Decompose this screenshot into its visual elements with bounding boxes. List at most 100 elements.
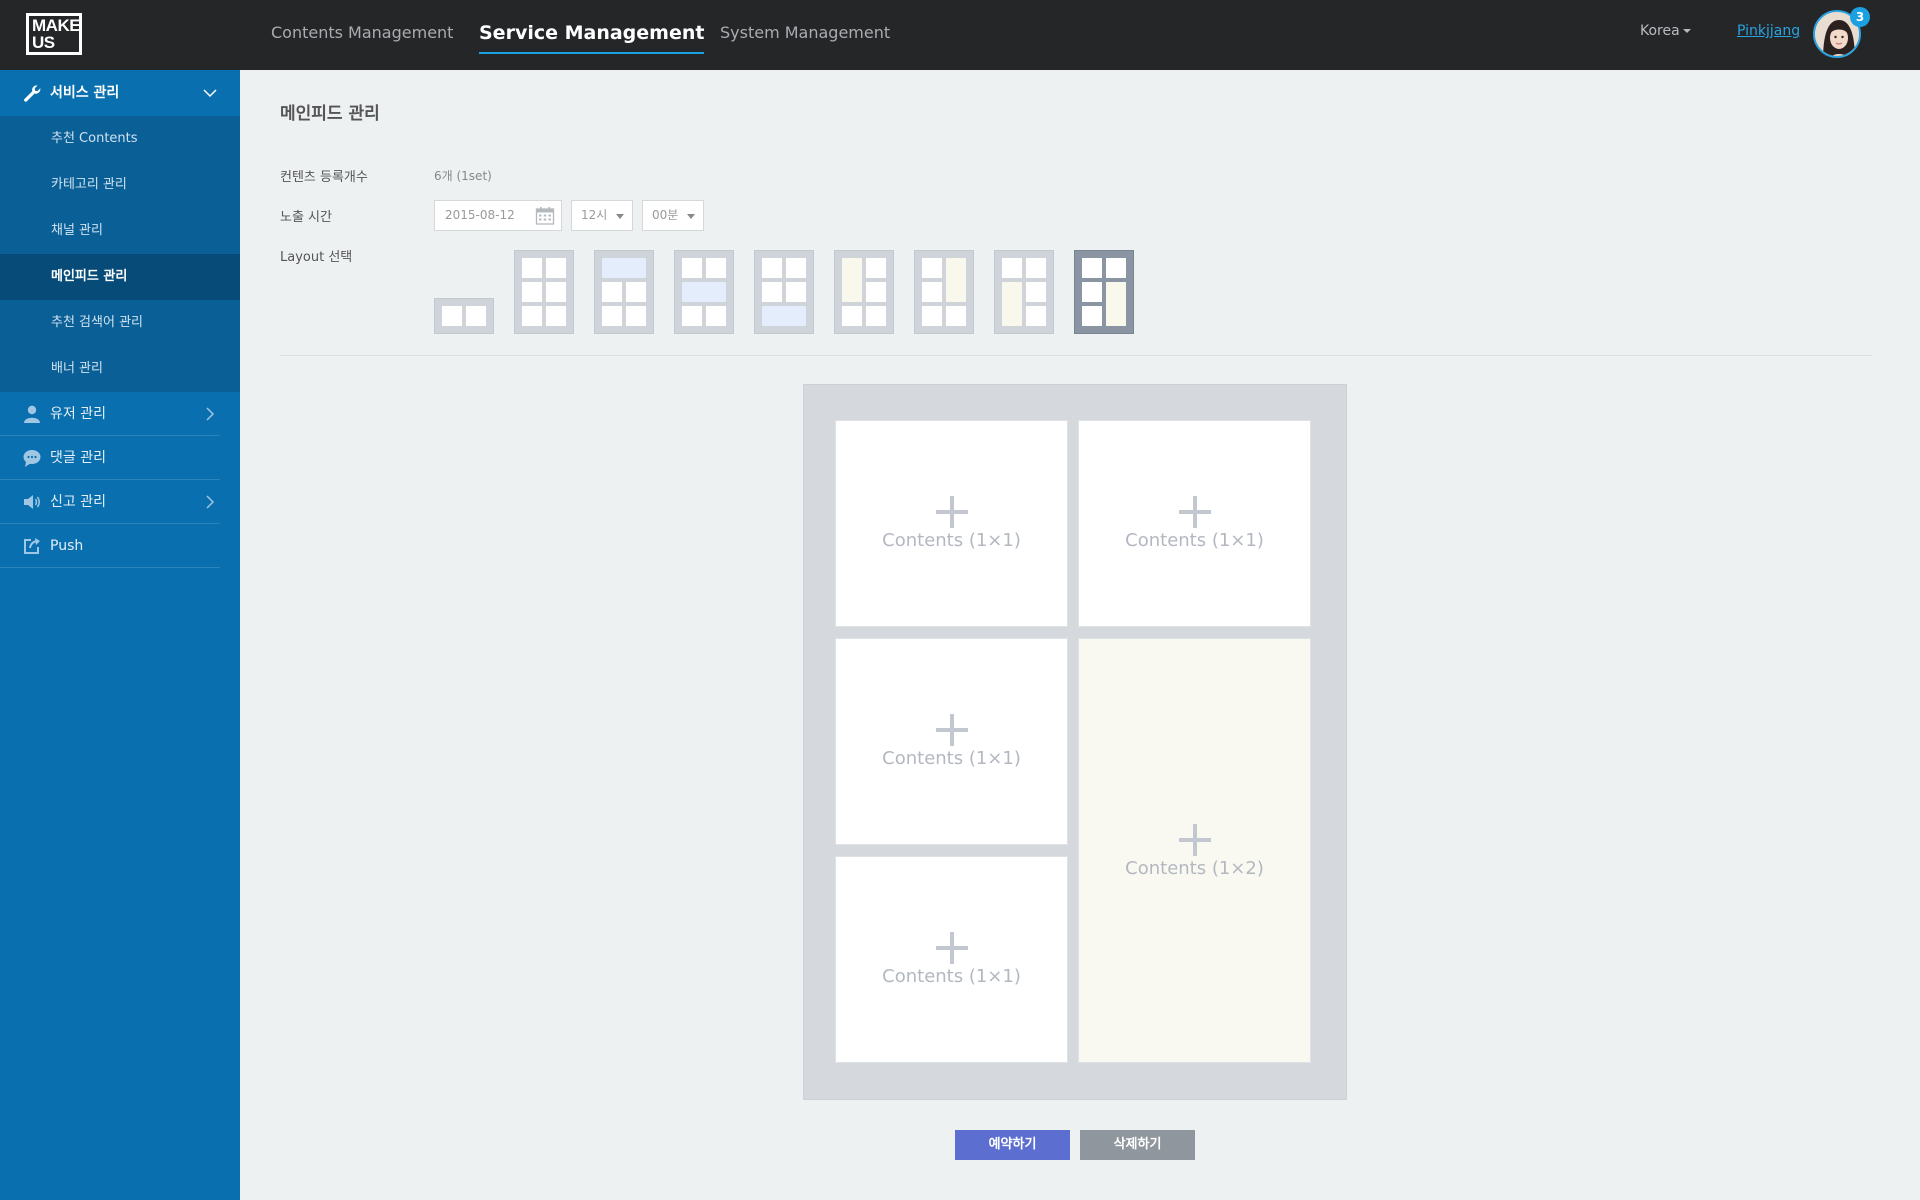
- wrench-icon: [24, 85, 41, 102]
- layout-cell: [706, 258, 726, 278]
- plus-icon: [935, 714, 968, 746]
- share-icon: [24, 538, 40, 554]
- content-slot-2[interactable]: Contents (1×1): [1078, 420, 1311, 627]
- layout-option-6[interactable]: [834, 250, 894, 334]
- layout-cell: [1026, 306, 1046, 326]
- country-selector[interactable]: Korea: [1640, 23, 1691, 39]
- layout-option-1[interactable]: [434, 298, 494, 334]
- layout-cell: [682, 306, 702, 326]
- sidebar-item-search-keywords[interactable]: 추천 검색어 관리: [0, 300, 240, 346]
- plus-icon: [935, 496, 968, 528]
- layout-cell-wide: [762, 306, 806, 326]
- megaphone-icon: [24, 495, 40, 509]
- sidebar-item-reports[interactable]: 신고 관리: [0, 480, 220, 524]
- layout-cell: [866, 258, 886, 278]
- hour-select[interactable]: 12시: [571, 200, 633, 231]
- layout-cell: [706, 306, 726, 326]
- nav-system-management[interactable]: System Management: [720, 0, 890, 70]
- date-value: 2015-08-12: [445, 208, 515, 222]
- sidebar-item-reports-label: 신고 관리: [50, 494, 106, 510]
- caret-down-icon: [687, 214, 695, 219]
- minute-select[interactable]: 00분: [642, 200, 704, 231]
- username-link[interactable]: Pinkjjang: [1737, 23, 1800, 39]
- nav-service-management[interactable]: Service Management: [479, 0, 705, 70]
- layout-option-2[interactable]: [514, 250, 574, 334]
- notification-badge[interactable]: 3: [1850, 7, 1870, 27]
- calendar-icon[interactable]: [535, 206, 555, 226]
- sidebar-item-users[interactable]: 유저 관리: [0, 392, 220, 436]
- sidebar-item-category[interactable]: 카테고리 관리: [0, 162, 240, 208]
- content-slot-label: Contents (1×1): [882, 530, 1021, 551]
- layout-cell: [786, 258, 806, 278]
- layout-cell: [1082, 258, 1102, 278]
- layout-cell: [442, 306, 462, 326]
- count-label: 컨텐츠 등록개수: [280, 170, 368, 185]
- layout-cell: [546, 258, 566, 278]
- sidebar-item-push[interactable]: Push: [0, 524, 220, 568]
- nav-contents-management[interactable]: Contents Management: [271, 0, 453, 70]
- layout-cell: [546, 282, 566, 302]
- layout-cell: [922, 282, 942, 302]
- layout-cell: [522, 258, 542, 278]
- sidebar-group-service: 서비스 관리 추천 Contents 카테고리 관리 채널 관리 메인피드 관리…: [0, 70, 240, 568]
- sidebar-item-users-label: 유저 관리: [50, 406, 106, 422]
- makeus-logo[interactable]: MAKE US: [26, 13, 82, 55]
- chevron-right-icon: [206, 495, 215, 509]
- sidebar-item-comments[interactable]: 댓글 관리: [0, 436, 220, 480]
- layout-cell: [1082, 306, 1102, 326]
- delete-button[interactable]: 삭제하기: [1080, 1130, 1195, 1160]
- layout-option-7[interactable]: [914, 250, 974, 334]
- layout-option-4[interactable]: [674, 250, 734, 334]
- layout-cell-tall: [1106, 282, 1126, 326]
- layout-cell: [1082, 282, 1102, 302]
- reserve-button[interactable]: 예약하기: [955, 1130, 1070, 1160]
- layout-option-8[interactable]: [994, 250, 1054, 334]
- content-slot-tall[interactable]: Contents (1×2): [1078, 638, 1311, 1063]
- layout-option-3[interactable]: [594, 250, 654, 334]
- content-slot-1[interactable]: Contents (1×1): [835, 420, 1068, 627]
- layout-cell: [786, 282, 806, 302]
- caret-down-icon: [616, 214, 624, 219]
- sidebar-item-channel[interactable]: 채널 관리: [0, 208, 240, 254]
- service-submenu: 추천 Contents 카테고리 관리 채널 관리 메인피드 관리 추천 검색어…: [0, 116, 240, 392]
- layout-cell: [626, 282, 646, 302]
- layout-label: Layout 선택: [280, 250, 353, 265]
- layout-cell: [466, 306, 486, 326]
- layout-cell: [1026, 282, 1046, 302]
- content-slot-4[interactable]: Contents (1×1): [835, 856, 1068, 1063]
- sidebar-head-service[interactable]: 서비스 관리: [0, 70, 240, 116]
- content-slot-3[interactable]: Contents (1×1): [835, 638, 1068, 845]
- sidebar-item-recommended-contents[interactable]: 추천 Contents: [0, 116, 240, 162]
- sidebar-item-push-label: Push: [50, 538, 84, 554]
- sidebar-item-mainfeed[interactable]: 메인피드 관리: [0, 254, 240, 300]
- layout-options: [434, 250, 1134, 336]
- layout-cell-wide: [682, 282, 726, 302]
- content-slot-label: Contents (1×1): [1125, 530, 1264, 551]
- layout-cell: [946, 306, 966, 326]
- layout-cell-tall: [1002, 282, 1022, 326]
- plus-icon: [1178, 824, 1211, 856]
- layout-cell: [1026, 258, 1046, 278]
- content-slot-label: Contents (1×1): [882, 966, 1021, 987]
- content-slot-label: Contents (1×1): [882, 748, 1021, 769]
- section-divider: [280, 355, 1872, 356]
- date-input[interactable]: 2015-08-12: [434, 200, 562, 231]
- layout-cell-tall: [946, 258, 966, 302]
- layout-cell: [682, 258, 702, 278]
- sidebar-item-banner[interactable]: 배너 관리: [0, 346, 240, 392]
- layout-cell: [866, 306, 886, 326]
- plus-icon: [1178, 496, 1211, 528]
- count-value: 6개 (1set): [434, 169, 492, 183]
- sidebar: 서비스 관리 추천 Contents 카테고리 관리 채널 관리 메인피드 관리…: [0, 70, 240, 1200]
- logo-line-2: US: [32, 33, 55, 52]
- logo-line-1: MAKE: [32, 16, 81, 35]
- plus-icon: [935, 932, 968, 964]
- sidebar-head-service-label: 서비스 관리: [50, 85, 120, 101]
- layout-cell: [922, 258, 942, 278]
- exposure-time-label: 노출 시간: [280, 210, 332, 225]
- layout-option-5[interactable]: [754, 250, 814, 334]
- layout-cell: [1106, 258, 1126, 278]
- chevron-down-icon: [203, 89, 217, 98]
- layout-cell: [522, 282, 542, 302]
- layout-option-9-selected[interactable]: [1074, 250, 1134, 334]
